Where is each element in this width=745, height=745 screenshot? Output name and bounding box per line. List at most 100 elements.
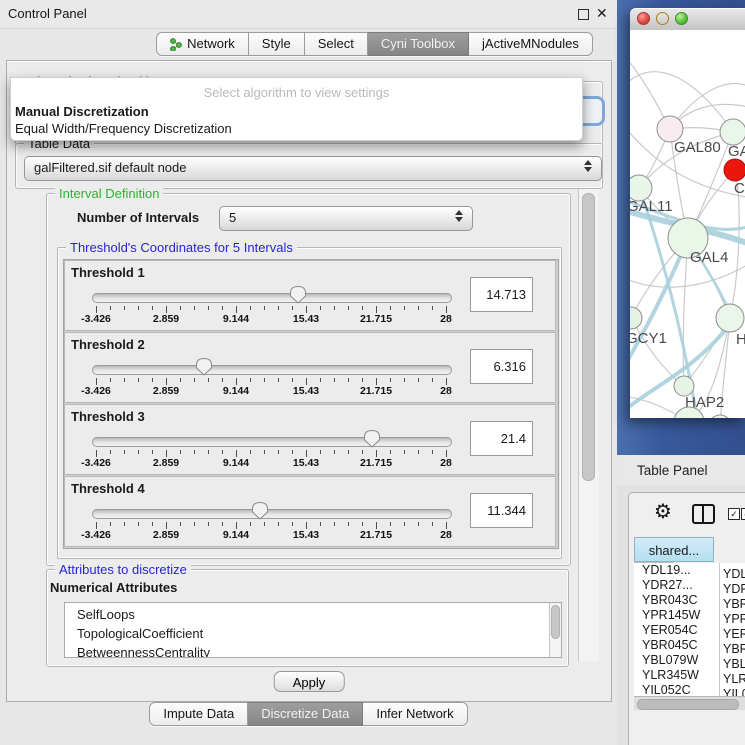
number-of-intervals-value: 5 (229, 207, 236, 229)
threshold-value-field[interactable]: 11.344 (470, 493, 533, 528)
combobox-stepper-icon (455, 210, 464, 222)
app-root: Control Panel ✕ Network Style Select Cyni T… (0, 0, 745, 745)
tab-style[interactable]: Style (249, 32, 305, 56)
checkbox-icon[interactable]: ✓ (741, 508, 745, 520)
numerical-attributes-label: Numerical Attributes (50, 580, 177, 595)
table-row[interactable]: YBR043CYBR0 (634, 593, 745, 608)
algorithm-popup-hint: Select algorithm to view settings (11, 85, 582, 100)
network-node-h[interactable] (716, 304, 744, 332)
slider-thumb[interactable] (363, 429, 381, 448)
tab-impute-data[interactable]: Impute Data (149, 702, 248, 726)
threshold-value-field[interactable]: 14.713 (470, 277, 533, 312)
table-horizontal-scrollbar[interactable] (634, 696, 745, 710)
close-icon[interactable]: ✕ (596, 5, 608, 22)
slider-track[interactable] (92, 365, 452, 375)
slider-track[interactable] (92, 293, 452, 303)
node-table: shared...n YDL19...YDL1YDR27...YDR2YBR04… (634, 537, 745, 587)
slider-tick-labels: -3.4262.8599.14415.4321.71528 (96, 457, 446, 469)
attribute-item-betweennesscentrality[interactable]: BetweennessCentrality (65, 643, 561, 658)
threshold-row-threshold-3: Threshold 3-3.4262.8599.14415.4321.71528… (64, 404, 556, 475)
thresholds-group-title: Threshold's Coordinates for 5 Intervals (66, 240, 297, 255)
cell-shared-name: YBR045C (634, 638, 714, 653)
table-data-combobox[interactable]: galFiltered.sif default node (24, 156, 602, 181)
numerical-attributes-list[interactable]: SelfLoopsTopologicalCoefficientBetweenne… (64, 602, 562, 658)
network-node-hap2[interactable] (674, 376, 694, 396)
threshold-label: Threshold 2 (71, 337, 145, 352)
cell-shared-name: YLR345W (634, 668, 714, 683)
attributes-list-scrollbar[interactable] (549, 603, 561, 657)
thresholds-group: Threshold's Coordinates for 5 Intervals … (57, 247, 562, 559)
table-row[interactable]: YER054CYER0 (634, 623, 745, 638)
float-window-icon[interactable] (578, 9, 589, 20)
network-node[interactable] (709, 415, 731, 418)
tab-jactivemnodules[interactable]: jActiveMNodules (469, 32, 593, 56)
panel-scrollbar[interactable] (578, 189, 599, 661)
algorithm-option-manual-discretization[interactable]: Manual Discretization (15, 104, 149, 119)
column-header-shared[interactable]: shared... (634, 537, 714, 562)
tab-label: Cyni Toolbox (381, 33, 455, 55)
tab-infer-network[interactable]: Infer Network (363, 702, 467, 726)
threshold-value-field[interactable]: 21.4 (470, 421, 533, 456)
number-of-intervals-label: Number of Intervals (77, 210, 199, 225)
cell-shared-name: YER054C (634, 623, 714, 638)
tab-label: jActiveMNodules (482, 33, 579, 55)
slider-tick-labels: -3.4262.8599.14415.4321.71528 (96, 385, 446, 397)
zoom-traffic-light-icon[interactable] (675, 12, 688, 25)
tab-label: Impute Data (163, 703, 234, 725)
network-node-gcy1[interactable] (630, 307, 642, 329)
network-icon (170, 38, 182, 51)
table-panel-inner: ⚙ ✓ ✓ shared...n YDL19...YDL1YDR27...YDR… (628, 492, 745, 745)
apply-button[interactable]: Apply (274, 671, 345, 692)
table-row[interactable]: YBR045CYBR0 (634, 638, 745, 653)
checkbox-icon[interactable]: ✓ (728, 508, 740, 520)
slider-thumb[interactable] (195, 357, 213, 376)
cell-shared-name: YDL19... (634, 563, 714, 578)
network-node-label: GAL80 (674, 139, 721, 156)
control-panel-titlebar: Control Panel ✕ (0, 0, 617, 29)
network-view-window: GAL80GACGAL11GAL4GCY1HHAP2 (630, 8, 745, 418)
attribute-item-topologicalcoefficient[interactable]: TopologicalCoefficient (65, 624, 561, 643)
table-row[interactable]: YDR27...YDR2 (634, 578, 745, 593)
tab-network[interactable]: Network (156, 32, 249, 56)
column-separator (719, 563, 720, 696)
table-row[interactable]: YIL052CYIL0 (634, 683, 745, 696)
tab-label: Select (318, 33, 354, 55)
algorithm-option-equal-width-frequency-discretization[interactable]: Equal Width/Frequency Discretization (15, 121, 232, 136)
algorithm-dropdown-popup: Select algorithm to view settings Manual… (10, 77, 583, 141)
cell-shared-name: YDR27... (634, 578, 714, 593)
network-node-label: C (734, 180, 745, 197)
number-of-intervals-combobox[interactable]: 5 (219, 206, 473, 231)
network-canvas[interactable]: GAL80GACGAL11GAL4GCY1HHAP2 (630, 30, 745, 418)
column-layout-icon[interactable] (692, 504, 715, 524)
slider-thumb[interactable] (251, 501, 269, 520)
table-row[interactable]: YPR145WYPR1 (634, 608, 745, 623)
table-row[interactable]: YLR345WYLR3 (634, 668, 745, 683)
network-node-ga[interactable] (720, 119, 745, 145)
cell-shared-name: YBR043C (634, 593, 714, 608)
slider-track[interactable] (92, 509, 452, 519)
attribute-item-selfloops[interactable]: SelfLoops (65, 605, 561, 624)
table-row[interactable]: YBL079WYBL0 (634, 653, 745, 668)
slider-thumb[interactable] (289, 285, 307, 304)
threshold-value-field[interactable]: 6.316 (470, 349, 533, 384)
tab-cyni-toolbox[interactable]: Cyni Toolbox (368, 32, 469, 56)
network-node-c[interactable] (724, 159, 745, 181)
tab-discretize-data[interactable]: Discretize Data (248, 702, 363, 726)
slider-tick-labels: -3.4262.8599.14415.4321.71528 (96, 313, 446, 325)
slider-track[interactable] (92, 437, 452, 447)
cell-shared-name: YBL079W (634, 653, 714, 668)
cell-shared-name: YIL052C (634, 683, 714, 696)
tab-select[interactable]: Select (305, 32, 368, 56)
table-row[interactable]: YDL19...YDL1 (634, 563, 745, 578)
minimize-traffic-light-icon[interactable] (656, 12, 669, 25)
close-traffic-light-icon[interactable] (637, 12, 650, 25)
threshold-label: Threshold 4 (71, 481, 145, 496)
tab-label: Network (187, 33, 235, 55)
control-panel-window: Control Panel ✕ Network Style Select Cyni T… (0, 0, 617, 745)
settings-gear-icon[interactable]: ⚙ (654, 499, 672, 524)
network-node-label: GAL11 (630, 198, 673, 215)
threshold-row-threshold-4: Threshold 4-3.4262.8599.14415.4321.71528… (64, 476, 556, 547)
table-panel-body: ⚙ ✓ ✓ shared...n YDL19...YDL1YDR27...YDR… (617, 485, 745, 745)
threshold-row-threshold-2: Threshold 2 -3.4262.8599.14415.4321.71528… (64, 332, 556, 403)
network-node-label: GA (728, 143, 745, 160)
